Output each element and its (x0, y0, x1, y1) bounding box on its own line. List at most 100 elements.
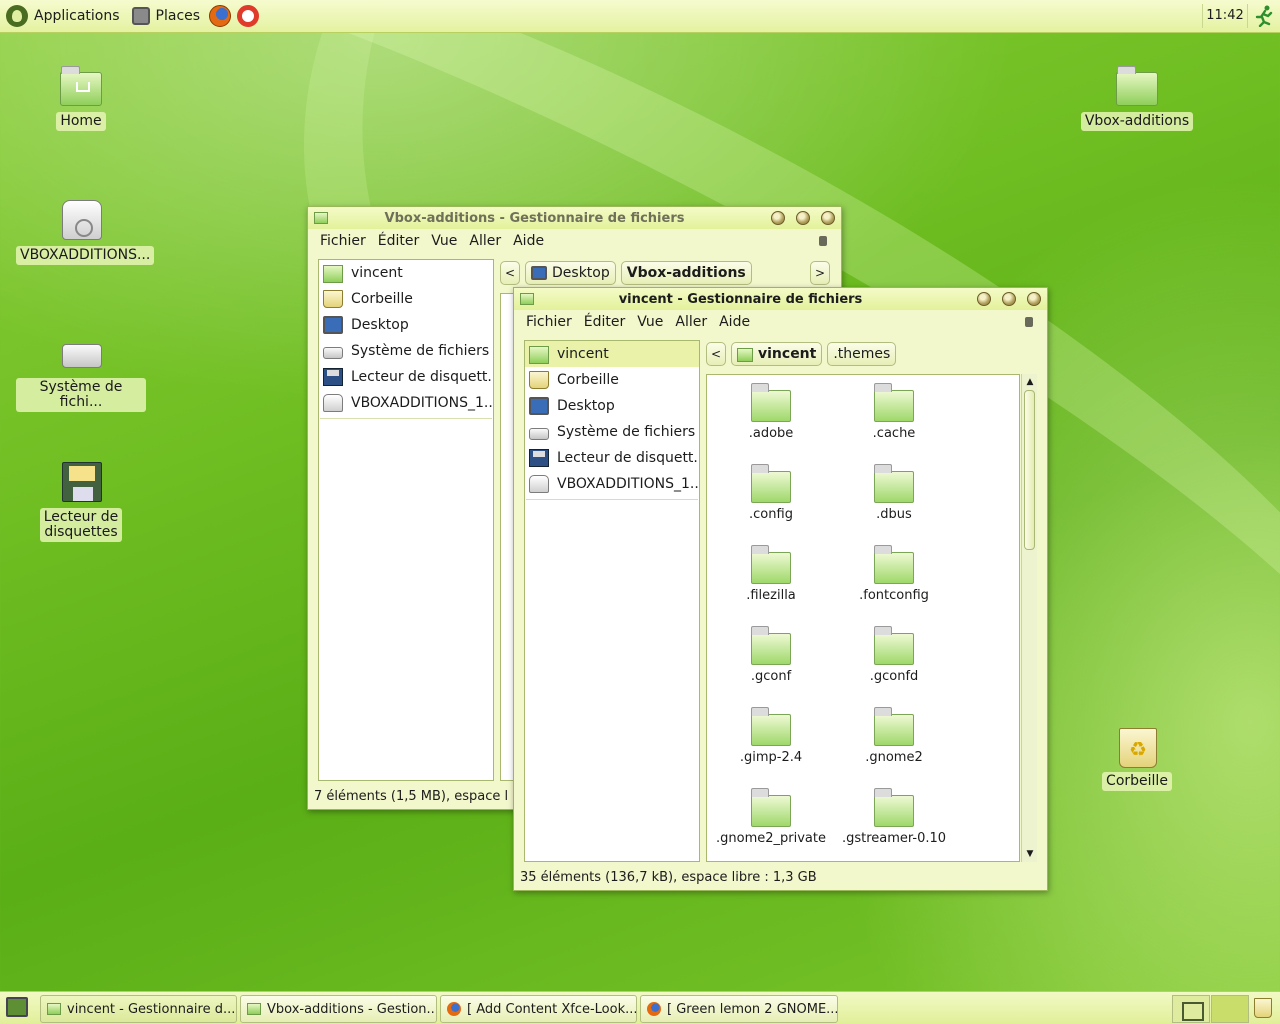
path-scroll-left-button[interactable]: < (706, 342, 726, 366)
harddrive-icon (62, 344, 102, 368)
help-launcher[interactable] (234, 0, 262, 33)
taskbar-item-label: [ Add Content Xfce-Look.... (467, 1001, 637, 1017)
scroll-down-arrow-icon[interactable]: ▼ (1024, 848, 1036, 860)
file-item[interactable]: .adobe (711, 381, 831, 441)
file-item-label: .adobe (748, 426, 794, 441)
file-item-label: .gconfd (869, 669, 919, 684)
maximize-button[interactable] (796, 211, 810, 225)
desktop-icon-floppy[interactable]: Lecteur de disquettes (16, 460, 146, 542)
folder-icon (874, 626, 914, 665)
file-item[interactable]: .gnome2 (834, 705, 954, 765)
path-scroll-left-button[interactable]: < (500, 261, 520, 285)
sidebar-item-vboxadditions[interactable]: VBOXADDITIONS_1.... (319, 390, 493, 416)
taskbar-item-xfce-look[interactable]: [ Add Content Xfce-Look.... (440, 995, 637, 1023)
workspace-1[interactable] (1172, 995, 1210, 1023)
file-item[interactable]: .dbus (834, 462, 954, 522)
file-item[interactable]: .gnome2_private (711, 786, 831, 846)
menu-aide[interactable]: Aide (507, 233, 550, 249)
desktop-icon-vboxadditions-cd[interactable]: VBOXADDITIONS... (16, 198, 155, 265)
vertical-scrollbar[interactable]: ▲ ▼ (1021, 374, 1037, 862)
scroll-up-arrow-icon[interactable]: ▲ (1024, 376, 1036, 388)
menu-fichier[interactable]: Fichier (314, 233, 372, 249)
window-titlebar[interactable]: Vbox-additions - Gestionnaire de fichier… (308, 207, 841, 229)
sidebar-item-filesystem[interactable]: Système de fichiers (319, 338, 493, 364)
floppy-label-line1: Lecteur de (43, 509, 119, 525)
menu-aller[interactable]: Aller (463, 233, 507, 249)
file-item[interactable]: .gconfd (834, 624, 954, 684)
harddrive-icon (323, 347, 343, 359)
path-scroll-right-button[interactable]: > (810, 261, 830, 285)
file-manager-window-vincent[interactable]: vincent - Gestionnaire de fichiers Fichi… (513, 287, 1048, 891)
file-item[interactable]: .gstreamer-0.10 (834, 786, 954, 846)
trash-icon (529, 371, 549, 389)
desktop-icon-trash[interactable]: Corbeille (1072, 724, 1202, 791)
file-item[interactable]: .config (711, 462, 831, 522)
menu-aller[interactable]: Aller (669, 314, 713, 330)
file-item[interactable]: .fontconfig (834, 543, 954, 603)
menu-aide[interactable]: Aide (713, 314, 756, 330)
close-button[interactable] (1027, 292, 1041, 306)
trash-icon (1119, 728, 1157, 768)
home-folder-icon (60, 66, 102, 106)
cdrom-icon (529, 475, 549, 493)
taskbar-item-vincent[interactable]: vincent - Gestionnaire d... (40, 995, 237, 1023)
sidebar-item-floppy[interactable]: Lecteur de disquett... (525, 445, 699, 471)
file-item[interactable]: .filezilla (711, 543, 831, 603)
maximize-button[interactable] (1002, 292, 1016, 306)
file-item[interactable]: .gconf (711, 624, 831, 684)
trash-icon (323, 290, 343, 308)
taskbar-item-label: Vbox-additions - Gestion... (267, 1001, 437, 1017)
folder-icon (874, 707, 914, 746)
file-view[interactable]: .adobe .cache .config .dbus .filezilla .fontc… (706, 374, 1020, 862)
sidebar-item-trash[interactable]: Corbeille (525, 367, 699, 393)
desktop-icon-filesystem[interactable]: Système de fichi... (16, 330, 146, 412)
file-item[interactable]: .cache (834, 381, 954, 441)
sidebar-item-vincent[interactable]: vincent (319, 260, 493, 286)
show-desktop-icon[interactable] (6, 997, 28, 1017)
sidebar-item-desktop[interactable]: Desktop (525, 393, 699, 419)
close-button[interactable] (821, 211, 835, 225)
desktop-icon-home[interactable]: Home (16, 64, 146, 131)
taskbar-item-label: [ Green lemon 2 GNOME... (667, 1001, 838, 1017)
path-button-vincent[interactable]: vincent (731, 342, 823, 366)
sidebar-item-vincent[interactable]: vincent (525, 341, 699, 367)
sidebar-item-label: Lecteur de disquett... (557, 450, 699, 466)
desktop-icon-vbox-additions[interactable]: Vbox-additions (1072, 64, 1202, 131)
places-menu[interactable]: Places (126, 0, 207, 33)
file-item[interactable]: .gimp-2.4 (711, 705, 831, 765)
floppy-icon (323, 368, 343, 386)
menu-fichier[interactable]: Fichier (520, 314, 578, 330)
sidebar-item-vboxadditions[interactable]: VBOXADDITIONS_1.... (525, 471, 699, 497)
workspace-2[interactable] (1211, 995, 1249, 1023)
sidebar-item-trash[interactable]: Corbeille (319, 286, 493, 312)
path-bar: < Desktop Vbox-additions (500, 261, 752, 285)
places-sidebar: vincent Corbeille Desktop Système de fic… (318, 259, 494, 781)
menu-editer[interactable]: Éditer (578, 314, 631, 330)
taskbar-item-green-lemon[interactable]: [ Green lemon 2 GNOME... (640, 995, 838, 1023)
applications-menu[interactable]: Applications (0, 0, 126, 33)
sidebar-item-desktop[interactable]: Desktop (319, 312, 493, 338)
window-titlebar[interactable]: vincent - Gestionnaire de fichiers (514, 288, 1047, 310)
firefox-launcher[interactable] (206, 0, 234, 33)
path-button-themes[interactable]: .themes (827, 342, 897, 366)
path-button-desktop[interactable]: Desktop (525, 261, 616, 285)
sidebar-item-filesystem[interactable]: Système de fichiers (525, 419, 699, 445)
minimize-button[interactable] (977, 292, 991, 306)
taskbar-item-vbox-additions[interactable]: Vbox-additions - Gestion... (240, 995, 437, 1023)
sidebar-separator (320, 418, 492, 419)
menu-vue[interactable]: Vue (631, 314, 669, 330)
minimize-button[interactable] (771, 211, 785, 225)
file-item-label: .gimp-2.4 (739, 750, 803, 765)
menu-editer[interactable]: Éditer (372, 233, 425, 249)
sidebar-item-floppy[interactable]: Lecteur de disquett... (319, 364, 493, 390)
desktop-icon-label: Système de fichi... (16, 378, 146, 412)
desktop-icon (531, 266, 547, 280)
scrollbar-thumb[interactable] (1024, 390, 1035, 550)
path-button-vbox-additions[interactable]: Vbox-additions (620, 261, 752, 285)
places-sidebar: vincent Corbeille Desktop Système de fic… (524, 340, 700, 862)
desktop-icon-label: Lecteur de disquettes (39, 508, 123, 542)
logout-running-man-icon[interactable] (1254, 5, 1274, 27)
clock[interactable]: 11:42 (1202, 4, 1248, 28)
trash-applet-icon[interactable] (1254, 998, 1272, 1018)
menu-vue[interactable]: Vue (425, 233, 463, 249)
